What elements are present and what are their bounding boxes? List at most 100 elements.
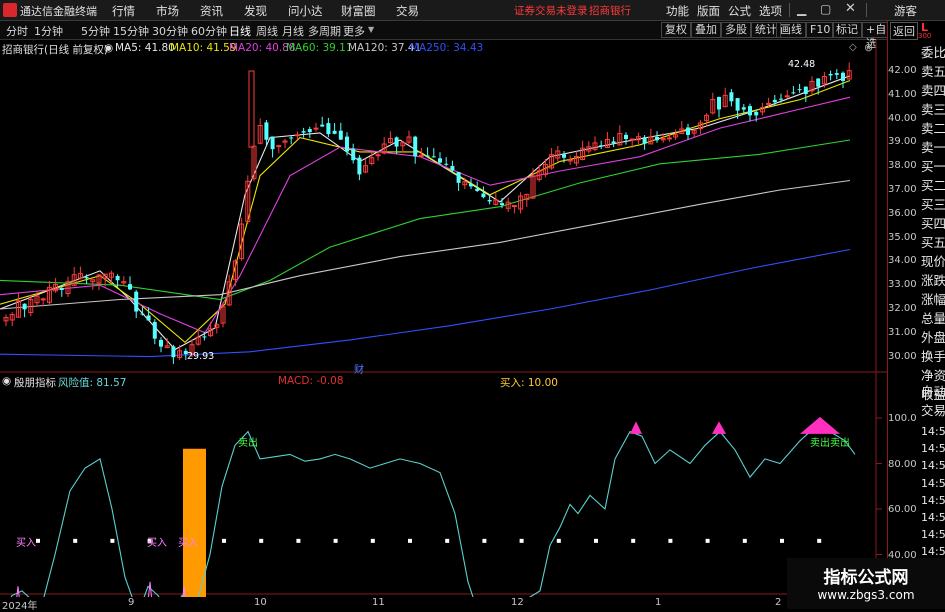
auto-trade-label[interactable]: 自动 — [921, 385, 945, 399]
diamond-icon[interactable]: ◇ — [849, 42, 857, 53]
candle — [313, 127, 319, 130]
tab-daily[interactable]: 日线 — [229, 23, 251, 39]
candle — [611, 141, 616, 144]
trade-time: 14:56 — [921, 476, 945, 490]
candle — [146, 315, 151, 321]
overlay-button[interactable]: 叠加 — [691, 22, 721, 38]
mark-button[interactable]: 标记 — [832, 22, 862, 38]
low-price-label: 29.93 — [187, 351, 215, 362]
ma-label: MA250: 34.43 — [410, 42, 484, 54]
menu-layout[interactable]: 版面 — [697, 3, 720, 19]
ma-label: MA5: 41.80 — [115, 42, 175, 54]
price-axis-label: 30.00 — [888, 350, 917, 362]
buy-mark: 买入 — [178, 538, 198, 549]
candle — [450, 166, 455, 171]
dot-marker — [259, 538, 264, 543]
app-title: 通达信金融终端 — [20, 5, 97, 18]
adjust-button[interactable]: 复权 — [661, 22, 691, 38]
quote-field-label: 涨跌 — [921, 273, 945, 288]
menu-bar: 通达信金融终端 行情 市场 资讯 发现 问小达 财富圈 交易 证券交易未登录 招… — [0, 0, 945, 21]
tab-more[interactable]: 更多 — [343, 23, 365, 39]
tab-5min[interactable]: 5分钟 — [81, 23, 110, 39]
high-price-label: 42.48 — [788, 59, 816, 70]
tab-30min[interactable]: 30分钟 — [152, 23, 188, 39]
candle — [791, 92, 796, 94]
sell-mark: 卖出 — [238, 438, 258, 449]
dot-marker — [556, 538, 561, 543]
candle — [140, 313, 145, 315]
quote-field-label: 换手 — [921, 349, 945, 364]
finance-event-label[interactable]: 财 — [354, 361, 364, 376]
login-notice[interactable]: 证券交易未登录 — [514, 3, 588, 18]
minimize-icon[interactable]: ▁ — [797, 2, 806, 16]
candle — [248, 70, 255, 148]
menu-options[interactable]: 选项 — [759, 3, 782, 19]
tab-60min[interactable]: 60分钟 — [191, 23, 227, 39]
moving-average-line — [0, 79, 851, 344]
candle — [816, 78, 821, 87]
watermark-title: 指标公式网 — [823, 568, 909, 588]
tab-multi-period[interactable]: 多周期 — [308, 23, 341, 39]
candle — [828, 73, 833, 76]
dot-marker — [742, 538, 747, 543]
tab-1min[interactable]: 1分钟 — [34, 23, 63, 39]
quote-side-panel: 返回 L 300 委比 卖五 卖四 卖三 卖二 卖一 买一 买二 买三 买四 买五 现价 涨跌 涨幅 总量外… — [887, 21, 945, 609]
trade-time: 14:56 — [921, 425, 945, 438]
menu-formula[interactable]: 公式 — [728, 3, 751, 19]
quote-field-label: 净资 — [921, 368, 945, 383]
ma-label: MA10: 41.59 — [170, 42, 237, 54]
tab-weekly[interactable]: 周线 — [256, 23, 278, 39]
menu-news[interactable]: 资讯 — [200, 3, 223, 19]
price-axis-label: 36.00 — [888, 207, 917, 219]
dot-marker — [482, 538, 487, 543]
candle — [115, 276, 120, 281]
price-axis-label: 32.00 — [888, 303, 917, 314]
menu-market[interactable]: 市场 — [156, 3, 179, 19]
return-button[interactable]: 返回 — [890, 22, 918, 40]
maximize-icon[interactable]: ▢ — [820, 2, 831, 16]
candle — [270, 136, 275, 150]
time-axis-label: 9 — [128, 597, 135, 608]
app-logo-icon — [3, 3, 17, 17]
chart-area[interactable] — [0, 40, 887, 597]
f10-button[interactable]: F10 — [806, 22, 835, 38]
tab-timeshare[interactable]: 分时 — [6, 23, 28, 39]
buy-mark: 买入 — [16, 538, 36, 549]
candle — [320, 124, 325, 127]
chevron-down-icon[interactable]: ▼ — [368, 25, 374, 34]
user-guest[interactable]: 游客 — [894, 3, 917, 19]
tab-monthly[interactable]: 月线 — [282, 23, 304, 39]
dot-marker — [817, 538, 822, 543]
candle — [326, 123, 331, 135]
indicator-toggle-icon[interactable]: ◉ — [104, 42, 113, 54]
menu-trade[interactable]: 交易 — [396, 3, 419, 19]
tab-15min[interactable]: 15分钟 — [113, 23, 149, 39]
menu-function[interactable]: 功能 — [666, 3, 689, 19]
trade-time: 14:56 — [921, 459, 945, 473]
time-axis-label: 2024年 — [2, 601, 38, 612]
menu-discover[interactable]: 发现 — [244, 3, 267, 19]
candle — [438, 158, 442, 163]
menu-quotes[interactable]: 行情 — [112, 3, 135, 19]
close-icon[interactable]: ✕ — [845, 1, 856, 16]
candle — [624, 134, 628, 139]
multi-stock-button[interactable]: 多股 — [721, 22, 751, 38]
candle — [748, 106, 752, 116]
menu-ask-xiaoda[interactable]: 问小达 — [288, 3, 323, 19]
candle — [779, 98, 783, 100]
sub-indicator-icon[interactable]: ◉ — [2, 375, 11, 387]
period-toolbar: 分时 1分钟 5分钟 15分钟 30分钟 60分钟 日线 周线 月线 多周期 更… — [0, 21, 891, 50]
draw-line-button[interactable]: 画线 — [776, 22, 806, 38]
indicator-axis-label: 60.00 — [888, 504, 917, 515]
dot-marker — [73, 538, 78, 543]
candle — [294, 134, 300, 137]
dot-marker — [222, 538, 226, 543]
price-axis-label: 31.00 — [888, 326, 917, 338]
menu-wealth-circle[interactable]: 财富圈 — [341, 3, 376, 19]
candle — [784, 95, 790, 98]
auto-trade-label[interactable]: 交易 — [921, 404, 945, 418]
close-indicator-icon[interactable]: ⊗ — [864, 41, 873, 54]
add-watchlist-button[interactable]: +自选 — [862, 22, 891, 50]
macd-value: MACD: -0.08 — [278, 375, 344, 387]
quote-field-label: 卖三 — [921, 102, 945, 117]
